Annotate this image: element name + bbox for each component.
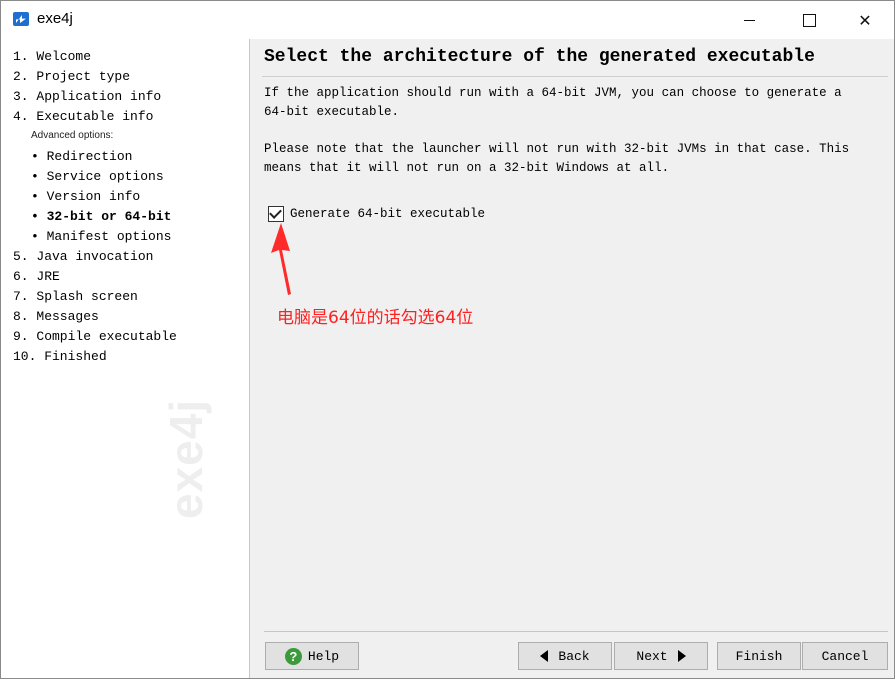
heading-divider [262, 76, 888, 77]
footer-divider [264, 631, 888, 632]
minimize-icon [743, 19, 755, 21]
nav-step-finished[interactable]: 10. Finished [13, 347, 107, 367]
next-button-label: Next [636, 648, 668, 664]
cancel-button[interactable]: Cancel [802, 642, 888, 670]
nav-step-messages[interactable]: 8. Messages [13, 307, 99, 327]
nav-step-version-info[interactable]: • Version info [31, 187, 140, 207]
red-arrow-annotation-icon [271, 223, 291, 295]
exe4j-watermark: exe4j [160, 398, 212, 519]
page-title: Select the architecture of the generated… [264, 47, 815, 67]
nav-step-compile-executable[interactable]: 9. Compile executable [13, 327, 177, 347]
nav-step-welcome[interactable]: 1. Welcome [13, 47, 91, 67]
nav-step-java-invocation[interactable]: 5. Java invocation [13, 247, 153, 267]
maximize-icon [802, 13, 816, 27]
nav-step-32-or-64-bit[interactable]: • 32-bit or 64-bit [31, 207, 171, 227]
advanced-options-label: Advanced options: [31, 130, 114, 141]
exe4j-window: exe4j ✕ 1. Welcome 2. Project type 3. Ap… [0, 0, 895, 679]
app-icon [13, 12, 29, 26]
nav-step-application-info[interactable]: 3. Application info [13, 87, 161, 107]
close-button[interactable]: ✕ [836, 1, 894, 39]
nav-step-service-options[interactable]: • Service options [31, 167, 164, 187]
checkmark-icon [269, 206, 282, 219]
finish-button[interactable]: Finish [717, 642, 801, 670]
next-button[interactable]: Next [614, 642, 708, 670]
close-icon: ✕ [858, 10, 872, 30]
nav-step-executable-info[interactable]: 4. Executable info [13, 107, 153, 127]
title-bar: exe4j ✕ [1, 1, 894, 39]
window-title: exe4j [37, 10, 73, 27]
main-panel: Select the architecture of the generated… [250, 39, 894, 678]
nav-step-manifest-options[interactable]: • Manifest options [31, 227, 171, 247]
back-button-label: Back [558, 648, 590, 664]
minimize-button[interactable] [720, 1, 778, 39]
cancel-button-label: Cancel [821, 648, 869, 664]
nav-step-jre[interactable]: 6. JRE [13, 267, 60, 287]
help-button-label: Help [307, 648, 340, 664]
help-icon: ? [284, 647, 302, 665]
nav-step-redirection[interactable]: • Redirection [31, 147, 132, 167]
help-button[interactable]: ? Help [265, 642, 359, 670]
generate-64bit-checkbox[interactable] [268, 206, 284, 222]
annotation-text: 电脑是64位的话勾选64位 [277, 308, 474, 328]
maximize-button[interactable] [780, 1, 838, 39]
generate-64bit-option[interactable]: Generate 64-bit executable [268, 206, 485, 222]
description-paragraph-1: If the application should run with a 64-… [264, 86, 842, 119]
wizard-steps-sidebar: 1. Welcome 2. Project type 3. Applicatio… [1, 39, 250, 678]
generate-64bit-label[interactable]: Generate 64-bit executable [290, 207, 485, 221]
finish-button-label: Finish [735, 648, 783, 664]
nav-step-project-type[interactable]: 2. Project type [13, 67, 130, 87]
back-button[interactable]: Back [518, 642, 612, 670]
back-arrow-icon [540, 650, 549, 662]
nav-step-splash-screen[interactable]: 7. Splash screen [13, 287, 138, 307]
next-arrow-icon [677, 650, 686, 662]
description-paragraph-2: Please note that the launcher will not r… [264, 142, 850, 175]
